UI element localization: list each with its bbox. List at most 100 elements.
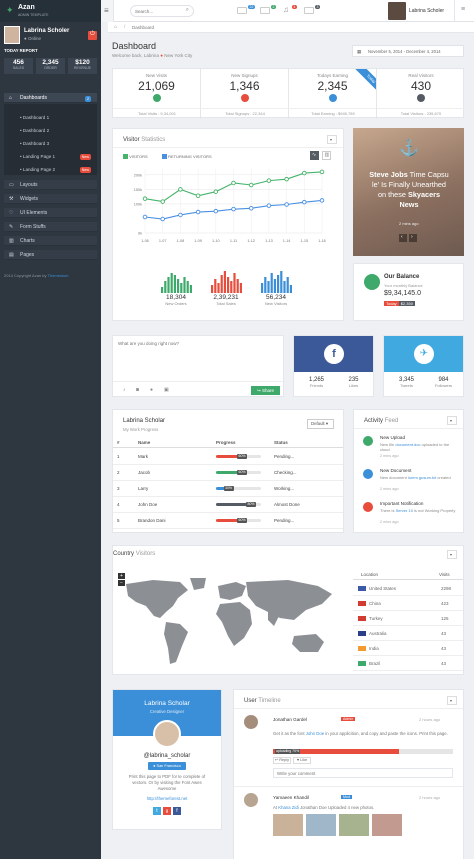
chevron-down-icon: ▾ [450,698,453,703]
brand-logo[interactable]: ✦ Azan ADMIN TEMPLATE [0,0,101,22]
google-plus-icon[interactable]: g [163,807,171,815]
share-icon: ↪ [256,388,261,393]
nav-ui-elements[interactable]: ♡ UI Elements [4,208,97,218]
data-point [302,170,307,176]
reply-button[interactable]: ↩ Reply [273,757,291,764]
data-point [231,180,236,186]
music-icon[interactable]: ♪ [123,387,126,393]
chart-icon: ▥ [9,238,14,244]
line-chart-toggle[interactable]: ∿ [310,151,319,160]
activity-text: New document lorem gusum.txt created [380,475,451,480]
table-row[interactable]: 2 Jacob 60% Checking... [113,465,343,481]
new-badge: New [79,167,91,173]
table-row[interactable]: 1 Mark 60% Pending... [113,449,343,465]
menu-toggle-button[interactable]: ≡ [101,0,114,22]
like-button[interactable]: ♥ Like [293,757,311,764]
timeline-photo[interactable] [306,814,336,836]
bar-chart-toggle[interactable]: ▥ [322,151,331,160]
anchor-icon: ⚓ [399,140,419,157]
timeline-photo[interactable] [372,814,402,836]
search-input[interactable] [135,8,183,15]
search-box[interactable]: ⌕ [130,5,194,17]
status-textarea[interactable] [118,341,278,379]
twitter-icon[interactable]: t [153,807,161,815]
stat-revenue: $120 REVENUE [68,58,97,74]
pages-icon: ▤ [9,252,14,258]
table-row[interactable]: Australia 43 [353,626,463,641]
logout-button[interactable]: ⏻ [88,31,97,40]
messages-badge: 22 [248,5,255,9]
copyright-link[interactable]: Themesium [48,273,69,278]
table-row[interactable]: Brazil 43 [353,656,463,671]
timeline-photo[interactable] [339,814,369,836]
widgets-icon: ⚒ [9,196,14,202]
panel-dropdown-button[interactable]: ▾ [447,550,457,559]
table-row[interactable]: United States 2298 [353,581,463,596]
x-tick-label: 1-15 [300,239,308,243]
bell-icon[interactable]: ♫ [283,5,289,14]
settings-button[interactable]: ≡ [454,0,474,22]
india [268,612,280,626]
flag-icon [358,586,366,591]
north-america [126,580,188,618]
panel-dropdown-button[interactable]: ▾ [447,696,457,705]
nav-dashboards[interactable]: ⌂ Dashboards 2 [4,93,97,103]
row-name: John Doe [138,502,158,507]
table-row[interactable]: 4 John Doe 80% Almost Done [113,497,343,513]
news-next-button[interactable]: › [409,234,417,242]
mini-bar [217,283,220,293]
nav-dashboards-badge: 2 [85,96,91,102]
timeline-user[interactable]: Yamaeen Khandil [273,795,309,800]
microphone-icon[interactable]: ● [150,387,153,393]
row-name: Jacob [138,470,151,475]
news-slider[interactable]: ⚓ Steve Jobs Time Capsu le' Is Finally Un… [353,128,464,256]
row-number: 2 [117,470,120,475]
nav-dashboard-1[interactable]: • Dashboard 1 [4,112,97,124]
timeline-text: At Khana Zidi Jonathan Doe Uploaded 4 ne… [273,805,375,810]
nav-dashboard-2[interactable]: • Dashboard 2 [4,125,97,137]
nav-charts[interactable]: ▥ Charts [4,236,97,246]
comment-input[interactable] [273,768,453,778]
profile-card-url[interactable]: http://themeforest.net [113,796,221,801]
nav-form-stuffs[interactable]: ✎ Form Stuffs [4,222,97,232]
nav-widgets[interactable]: ⚒ Widgets [4,194,97,204]
data-point [195,209,201,215]
image-icon[interactable]: ▣ [164,387,169,393]
facebook-widget[interactable]: f 1,265 Friends 235 Likes [293,335,374,397]
camera-icon[interactable]: ◙ [136,387,139,393]
news-prev-button[interactable]: ‹ [399,234,407,242]
panel-dropdown-button[interactable]: ▾ [327,135,337,144]
timeline-user[interactable]: Jonathan Gardel [273,717,307,722]
share-button[interactable]: ↪ Share [251,386,280,395]
panel-dropdown-button[interactable]: ▾ [447,416,457,425]
inbox-icon[interactable] [260,7,270,14]
table-row[interactable]: China 423 [353,596,463,611]
nav-pages[interactable]: ▤ Pages [4,250,97,260]
view-dropdown[interactable]: Default ▾ [307,419,334,429]
timeline-photo[interactable] [273,814,303,836]
europe [218,582,246,600]
table-row[interactable]: Turkey 125 [353,611,463,626]
role-badge: Mod [341,795,352,799]
envelope-icon[interactable] [237,7,247,14]
nav-landing-page-2[interactable]: • Landing Page 2 New [4,164,97,176]
mini-bar [173,275,176,293]
panel-title: User Timeline [244,698,281,704]
table-row[interactable]: 3 Larry 30% Working... [113,481,343,497]
nav-layouts[interactable]: ▭ Layouts [4,180,97,190]
mini-bar [239,283,242,293]
nav-landing-page-1[interactable]: • Landing Page 1 New [4,151,97,163]
world-map[interactable] [118,576,343,671]
home-icon[interactable]: ⌂ [114,24,117,30]
facebook-icon[interactable]: f [173,807,181,815]
table-row[interactable]: India 43 [353,641,463,656]
date-range-picker[interactable]: ▦ November 5, 2014 - December 4, 2014 [352,45,464,57]
today-report-stats: 456 SALES 2,345 ORDER $120 REVENUE [4,58,97,74]
tasks-icon[interactable] [304,7,314,14]
user-menu[interactable]: Labrina Scholer [388,2,448,20]
twitter-widget[interactable]: ✈ 3,345 Tweets 984 Followers [383,335,464,397]
power-icon: ⏻ [90,31,95,37]
chevron-down-icon: ▾ [450,552,453,557]
table-row[interactable]: 5 Brandon Dani 60% Pending... [113,513,343,529]
nav-dashboard-3[interactable]: • Dashboard 3 [4,138,97,150]
